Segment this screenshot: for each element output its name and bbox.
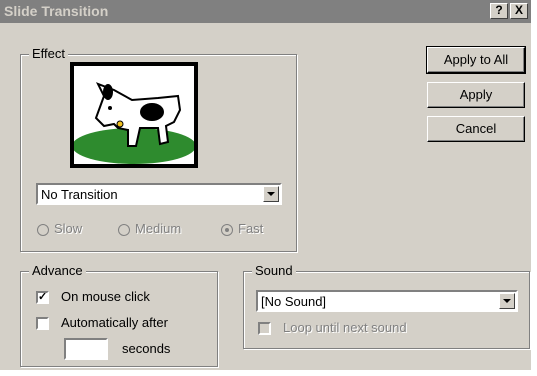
effect-label-text: Effect <box>32 46 66 61</box>
speed-fast-label: Fast <box>238 221 264 236</box>
loop-label: Loop until next sound <box>283 320 407 335</box>
close-icon: X <box>514 3 523 17</box>
sound-group-label: Sound <box>252 263 296 278</box>
help-button[interactable]: ? <box>490 3 508 19</box>
checkmark-icon: ✓ <box>38 291 48 303</box>
dialog-title: Slide Transition <box>4 3 109 19</box>
cancel-button[interactable]: Cancel <box>427 116 525 142</box>
advance-group-label: Advance <box>29 263 86 278</box>
transition-preview <box>70 62 198 168</box>
question-icon: ? <box>495 3 503 17</box>
dog-picture <box>74 82 194 164</box>
seconds-input[interactable] <box>64 338 108 360</box>
on-mouse-click-checkbox[interactable]: ✓ <box>36 291 49 304</box>
speed-slow-radio[interactable] <box>37 224 49 236</box>
speed-fast-radio[interactable] <box>221 224 233 236</box>
chevron-down-icon[interactable] <box>263 186 279 202</box>
transition-select-value: No Transition <box>41 187 118 202</box>
sound-select-value: [No Sound] <box>261 294 327 309</box>
speed-medium-label: Medium <box>135 221 182 236</box>
preview-image-area <box>74 66 194 164</box>
close-button[interactable]: X <box>510 3 528 19</box>
seconds-label: seconds <box>122 341 171 356</box>
title-bar: Slide Transition ? X <box>0 0 531 23</box>
speed-medium-radio[interactable] <box>118 224 130 236</box>
transition-select[interactable]: No Transition <box>36 183 282 205</box>
loop-checkbox[interactable] <box>258 322 271 335</box>
speed-slow-label: Slow <box>54 221 83 236</box>
on-mouse-click-label: On mouse click <box>61 289 150 304</box>
auto-after-label: Automatically after <box>61 315 168 330</box>
apply-button[interactable]: Apply <box>427 82 525 108</box>
effect-group-label: Effect <box>29 46 69 61</box>
chevron-down-icon[interactable] <box>499 293 515 309</box>
auto-after-checkbox[interactable] <box>36 317 49 330</box>
slide-transition-dialog: Slide Transition ? X Effect No Transitio… <box>0 0 531 370</box>
sound-select[interactable]: [No Sound] <box>256 290 518 312</box>
apply-to-all-button[interactable]: Apply to All <box>426 46 526 74</box>
